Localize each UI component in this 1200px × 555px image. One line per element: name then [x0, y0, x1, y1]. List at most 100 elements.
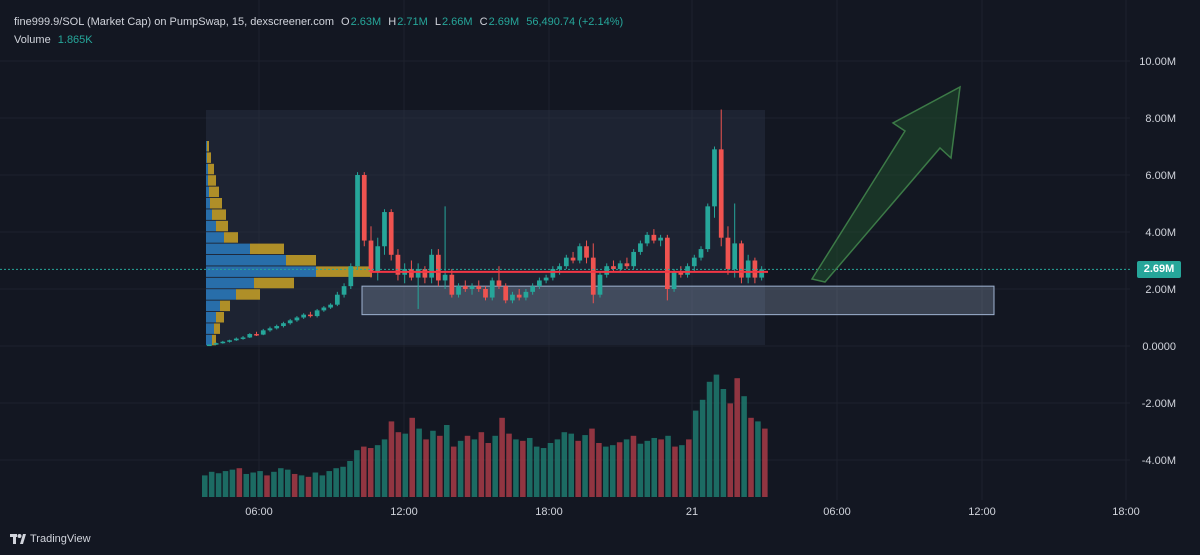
volume-bar	[520, 440, 526, 497]
profile-bar-up	[206, 334, 212, 346]
symbol-row: fine999.9/SOL (Market Cap) on PumpSwap, …	[14, 13, 627, 31]
volume-bar	[686, 439, 692, 497]
volume-bar	[526, 437, 533, 497]
low-value: 2.66M	[441, 16, 473, 28]
volume-bar	[374, 445, 381, 497]
candle-body	[240, 337, 246, 339]
y-tick-label: 0.0000	[1142, 341, 1176, 353]
candle-body	[388, 212, 394, 255]
volume-bar	[423, 439, 429, 497]
candle-body	[321, 307, 327, 311]
volume-bar	[568, 433, 575, 497]
candle-body	[611, 266, 616, 270]
volume-label: Volume	[14, 34, 51, 46]
candle-body	[287, 320, 293, 324]
volume-bar	[540, 448, 547, 497]
profile-bar-down	[220, 300, 230, 312]
volume-bar	[575, 440, 581, 497]
profile-bar-down	[210, 198, 222, 209]
candle-body	[341, 286, 347, 295]
candle-body	[685, 266, 690, 275]
volume-bar	[706, 381, 713, 497]
candle-body	[254, 334, 259, 336]
candle-body	[260, 330, 266, 335]
symbol-label: fine999.9/SOL (Market Cap) on PumpSwap, …	[14, 16, 334, 28]
profile-bar-up	[206, 300, 220, 312]
candle-body	[442, 274, 448, 281]
volume-bar	[658, 439, 664, 497]
high-key: H	[388, 16, 397, 28]
y-tick-label: 2.00M	[1145, 284, 1176, 296]
volume-bar	[506, 433, 512, 497]
profile-bar-down	[286, 255, 316, 266]
candle-body	[732, 243, 738, 270]
candle-body	[213, 343, 219, 345]
profile-bar-up	[206, 163, 208, 175]
volume-bar	[533, 446, 540, 497]
candle-body	[274, 326, 280, 329]
volume-bar	[665, 435, 671, 497]
volume-bar	[257, 471, 263, 497]
candle-body	[220, 341, 226, 344]
candle-body	[294, 317, 300, 321]
volume-bar	[444, 425, 450, 497]
chart-area[interactable]: 10.00M 8.00M 6.00M 4.00M 2.00M 0.0000 -2.00M -4…	[0, 0, 1200, 555]
volume-bar	[727, 403, 734, 497]
candle-body	[496, 280, 502, 287]
candle-body	[577, 246, 583, 261]
arrow-up	[810, 85, 961, 283]
volume-bar	[312, 472, 319, 497]
volume-bar	[596, 443, 602, 497]
volume-bar	[672, 446, 678, 497]
volume-bar	[305, 476, 312, 497]
y-tick-label: -2.00M	[1142, 398, 1176, 410]
volume-bar	[616, 442, 623, 497]
profile-bar-up	[206, 243, 250, 255]
candle-body	[435, 254, 441, 281]
candle-body	[523, 291, 529, 298]
profile-bar-up	[206, 277, 254, 289]
volume-bar	[679, 445, 685, 497]
candle-body	[705, 206, 711, 250]
volume-bar	[416, 428, 422, 497]
x-tick-label: 12:00	[968, 506, 996, 518]
volume-bar	[699, 399, 706, 497]
candle-body	[233, 338, 239, 341]
profile-bar-up	[206, 175, 208, 186]
x-tick-label: 18:00	[535, 506, 563, 518]
brand[interactable]: TradingView	[10, 533, 91, 545]
volume-bar	[464, 435, 471, 497]
x-tick-label: 18:00	[1112, 506, 1140, 518]
candle-body	[456, 286, 461, 295]
volume-bar	[755, 421, 761, 497]
volume-bar	[361, 446, 367, 497]
candle-body	[671, 271, 677, 289]
candle-body	[355, 175, 360, 267]
volume-bar	[471, 439, 478, 497]
volume-bars	[202, 374, 768, 497]
candle-body	[314, 310, 320, 317]
volume-bar	[499, 417, 505, 497]
candle-body	[557, 266, 562, 270]
volume-bar	[637, 443, 644, 497]
volume-bar	[319, 475, 326, 497]
profile-bar-down	[236, 289, 260, 300]
profile-bar-down	[214, 323, 220, 334]
x-tick-label: 12:00	[390, 506, 418, 518]
x-axis: 06:00 12:00 18:00 21 06:00 12:00 18:00	[245, 506, 1140, 518]
profile-bar-up	[206, 232, 224, 243]
volume-bar	[388, 421, 395, 497]
candle-body	[334, 294, 340, 305]
candle-body	[469, 286, 475, 289]
brand-name: TradingView	[30, 533, 91, 545]
profile-bar-down	[250, 243, 284, 255]
volume-row: Volume 1.865K	[14, 31, 627, 49]
candle-body	[658, 237, 663, 241]
profile-bar-up	[206, 209, 212, 220]
volume-bar	[340, 466, 346, 497]
candle-body	[759, 269, 764, 278]
candle-body	[590, 257, 596, 295]
candle-body	[604, 266, 610, 275]
candle-body	[624, 263, 630, 267]
open-key: O	[341, 16, 350, 28]
